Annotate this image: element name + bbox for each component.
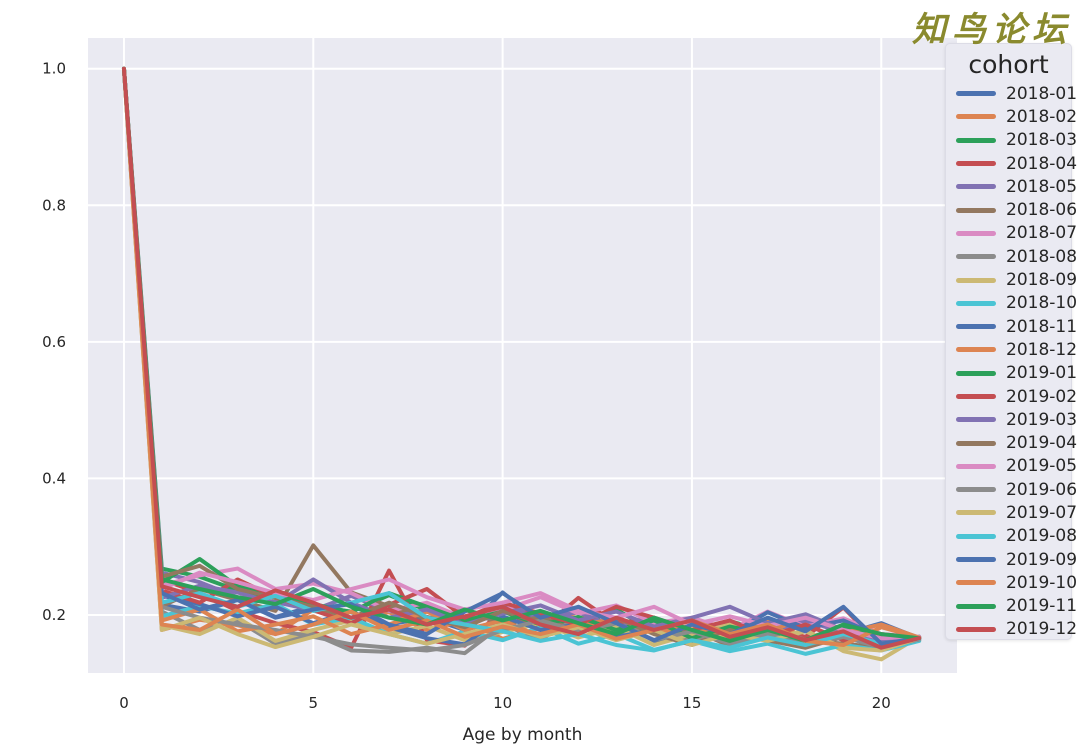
y-tick-label: 0.8 bbox=[42, 196, 66, 214]
legend-color-swatch bbox=[956, 347, 996, 353]
legend-color-swatch bbox=[956, 463, 996, 469]
legend-item-label: 2019-07 bbox=[1006, 502, 1078, 523]
legend-item-label: 2018-02 bbox=[1006, 106, 1078, 127]
y-tick-label: 0.4 bbox=[42, 469, 66, 487]
chart-figure: 0.2 0.4 0.6 0.8 1.0 0 5 10 15 20 Age by month coho… bbox=[0, 0, 1080, 749]
legend-title: cohort bbox=[968, 50, 1049, 79]
legend-color-swatch bbox=[956, 603, 996, 609]
legend-item[interactable]: 2018-10 bbox=[956, 292, 1077, 315]
legend-item[interactable]: 2018-12 bbox=[956, 338, 1077, 361]
legend-color-swatch bbox=[956, 161, 996, 167]
watermark-text: 知鸟论坛 bbox=[912, 10, 1072, 50]
legend-color-swatch bbox=[956, 487, 996, 493]
legend-item-label: 2018-12 bbox=[1006, 339, 1078, 360]
legend-item-label: 2019-11 bbox=[1006, 596, 1078, 617]
legend-item-label: 2019-12 bbox=[1006, 619, 1078, 640]
legend-item[interactable]: 2019-10 bbox=[956, 571, 1077, 594]
y-tick-label: 0.6 bbox=[42, 333, 66, 351]
legend-item[interactable]: 2018-01 bbox=[956, 82, 1077, 105]
legend-color-swatch bbox=[956, 417, 996, 423]
legend-item-label: 2019-04 bbox=[1006, 433, 1078, 454]
legend-color-swatch bbox=[956, 207, 996, 213]
legend-color-swatch bbox=[956, 230, 996, 236]
legend-item[interactable]: 2018-03 bbox=[956, 129, 1077, 152]
legend-item[interactable]: 2018-02 bbox=[956, 105, 1077, 128]
legend-color-swatch bbox=[956, 254, 996, 260]
legend-item-label: 2018-10 bbox=[1006, 293, 1078, 314]
legend-item-label: 2018-08 bbox=[1006, 246, 1078, 267]
legend-item[interactable]: 2018-05 bbox=[956, 175, 1077, 198]
legend-color-swatch bbox=[956, 370, 996, 376]
legend-color-swatch bbox=[956, 277, 996, 283]
legend-color-swatch bbox=[956, 626, 996, 632]
legend-item-label: 2019-03 bbox=[1006, 409, 1078, 430]
x-axis-label: Age by month bbox=[463, 725, 583, 745]
legend-item[interactable]: 2019-02 bbox=[956, 385, 1077, 408]
legend-item-label: 2018-04 bbox=[1006, 153, 1078, 174]
legend-item[interactable]: 2019-06 bbox=[956, 478, 1077, 501]
legend-item-label: 2018-06 bbox=[1006, 200, 1078, 221]
y-tick-label: 0.2 bbox=[42, 606, 66, 624]
legend-color-swatch bbox=[956, 557, 996, 563]
legend-item[interactable]: 2018-09 bbox=[956, 268, 1077, 291]
legend-item-label: 2019-10 bbox=[1006, 572, 1078, 593]
legend-item-label: 2019-09 bbox=[1006, 549, 1078, 570]
legend-item[interactable]: 2019-09 bbox=[956, 548, 1077, 571]
retention-line-chart: 0.2 0.4 0.6 0.8 1.0 0 5 10 15 20 Age by month bbox=[0, 0, 1080, 749]
legend-item-label: 2019-08 bbox=[1006, 526, 1078, 547]
legend-color-swatch bbox=[956, 510, 996, 516]
y-tick-label: 1.0 bbox=[42, 60, 66, 78]
legend-item-label: 2019-06 bbox=[1006, 479, 1078, 500]
x-tick-label: 20 bbox=[872, 694, 891, 712]
legend-color-swatch bbox=[956, 580, 996, 586]
legend-item-label: 2018-01 bbox=[1006, 83, 1078, 104]
legend-color-swatch bbox=[956, 184, 996, 190]
legend-item[interactable]: 2019-05 bbox=[956, 455, 1077, 478]
legend-item[interactable]: 2018-07 bbox=[956, 222, 1077, 245]
legend-color-swatch bbox=[956, 324, 996, 330]
x-tick-label: 0 bbox=[119, 694, 129, 712]
legend-color-swatch bbox=[956, 114, 996, 120]
legend-item[interactable]: 2018-06 bbox=[956, 198, 1077, 221]
chart-legend: cohort 2018-01 2018-02 2018-03 2018-04 2018-… bbox=[945, 43, 1077, 641]
legend-item[interactable]: 2018-08 bbox=[956, 245, 1077, 268]
legend-color-swatch bbox=[956, 440, 996, 446]
legend-item-label: 2018-11 bbox=[1006, 316, 1078, 337]
legend-item[interactable]: 2019-11 bbox=[956, 595, 1077, 618]
legend-color-swatch bbox=[956, 137, 996, 143]
legend-item-list: 2018-01 2018-02 2018-03 2018-04 2018-05 2018-… bbox=[956, 82, 1077, 641]
legend-item[interactable]: 2019-08 bbox=[956, 525, 1077, 548]
legend-item[interactable]: 2018-04 bbox=[956, 152, 1077, 175]
x-tick-label: 5 bbox=[309, 694, 319, 712]
legend-item[interactable]: 2019-07 bbox=[956, 501, 1077, 524]
x-tick-label: 10 bbox=[493, 694, 512, 712]
legend-item[interactable]: 2019-12 bbox=[956, 618, 1077, 641]
legend-item[interactable]: 2018-11 bbox=[956, 315, 1077, 338]
legend-item-label: 2018-05 bbox=[1006, 176, 1078, 197]
legend-item-label: 2019-05 bbox=[1006, 456, 1078, 477]
legend-item[interactable]: 2019-04 bbox=[956, 431, 1077, 454]
legend-color-swatch bbox=[956, 394, 996, 399]
legend-color-swatch bbox=[956, 300, 996, 306]
legend-item-label: 2018-03 bbox=[1006, 130, 1078, 151]
legend-item[interactable]: 2019-01 bbox=[956, 362, 1077, 385]
x-tick-label: 15 bbox=[682, 694, 701, 712]
legend-item[interactable]: 2019-03 bbox=[956, 408, 1077, 431]
legend-color-swatch bbox=[956, 91, 996, 97]
legend-color-swatch bbox=[956, 533, 996, 539]
legend-item-label: 2018-09 bbox=[1006, 270, 1078, 291]
legend-item-label: 2018-07 bbox=[1006, 223, 1078, 244]
legend-item-label: 2019-01 bbox=[1006, 363, 1078, 384]
legend-item-label: 2019-02 bbox=[1006, 386, 1078, 407]
